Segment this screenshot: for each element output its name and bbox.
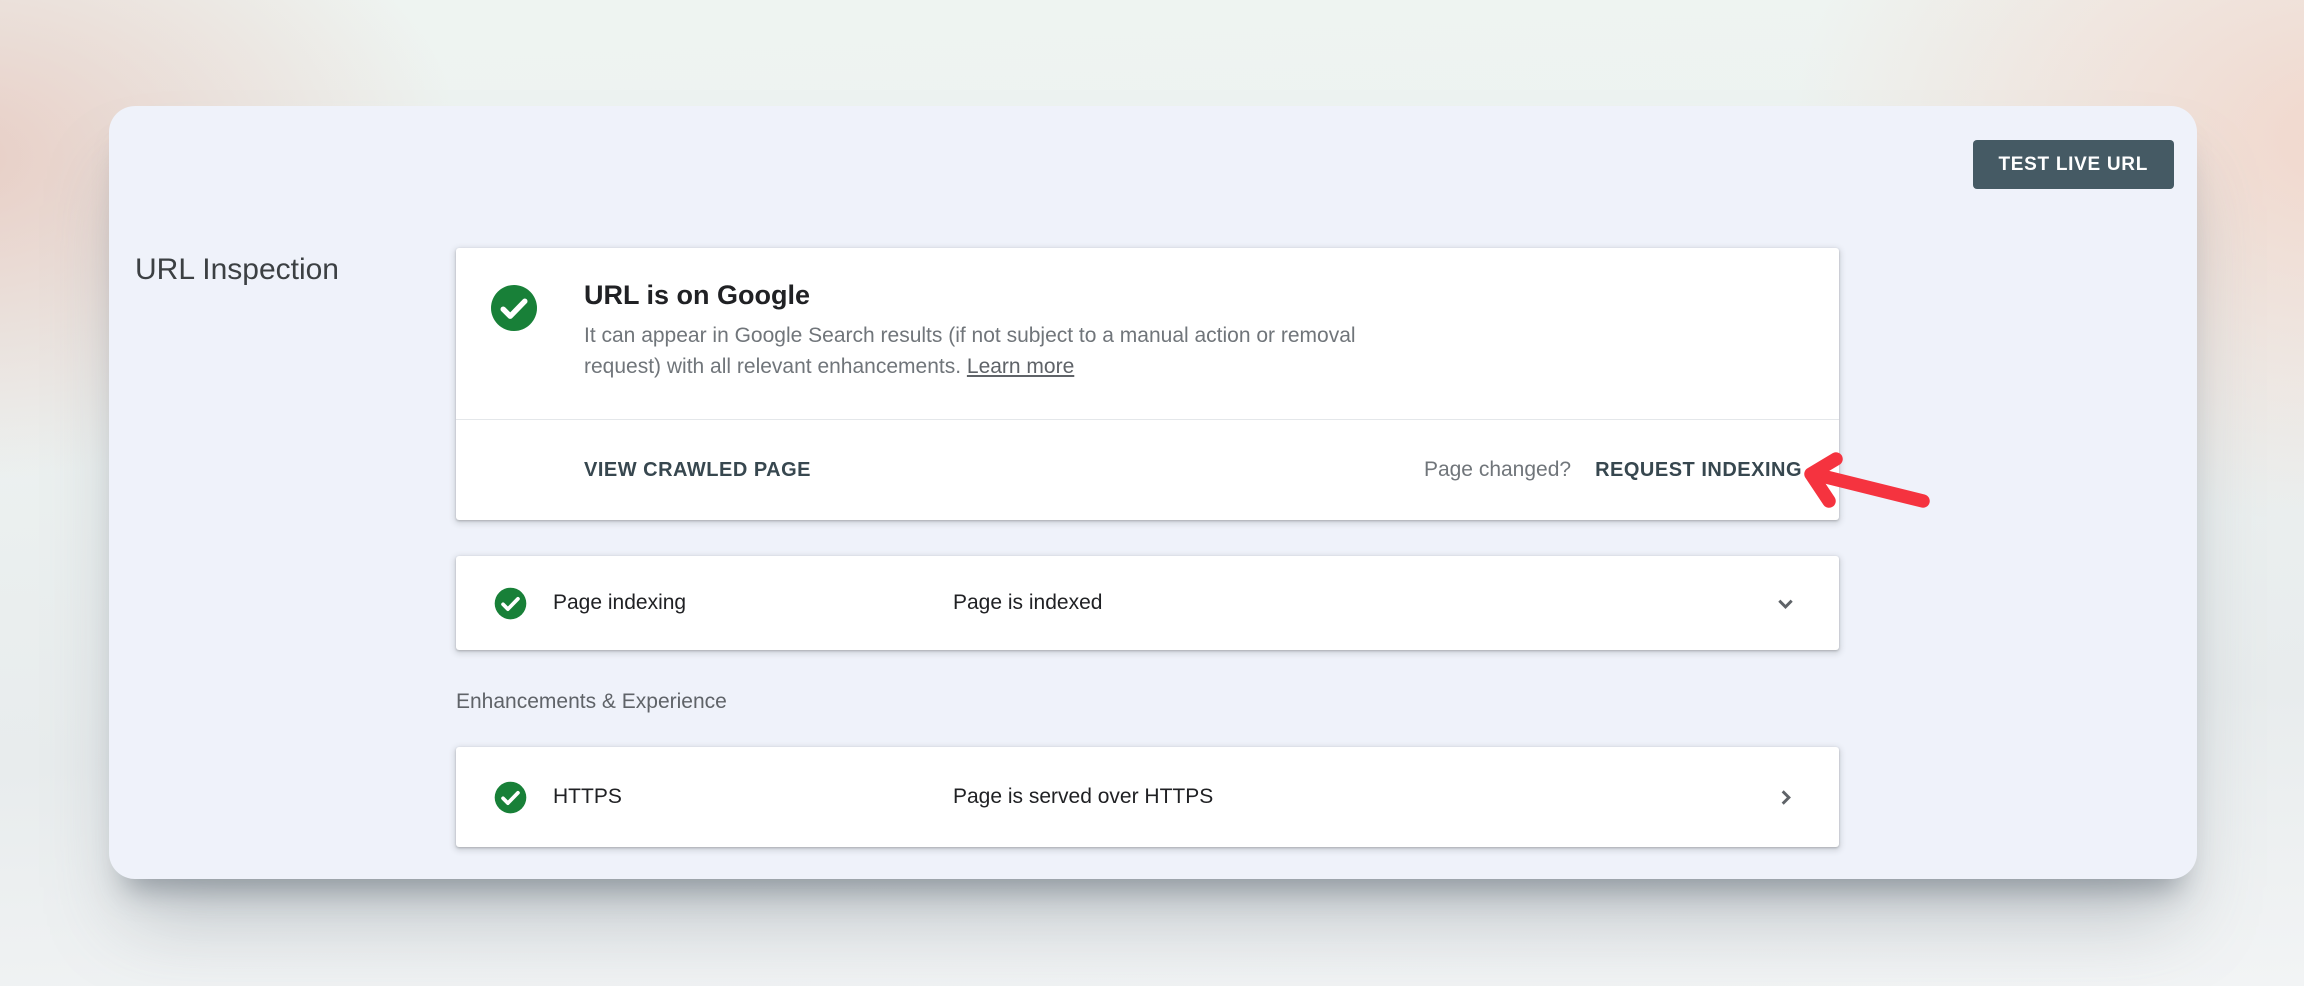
learn-more-link[interactable]: Learn more <box>967 355 1074 378</box>
verdict-status-title: URL is on Google <box>584 277 810 313</box>
https-label: HTTPS <box>553 785 622 809</box>
check-circle-icon <box>494 781 527 814</box>
action-right-group: Page changed? REQUEST INDEXING <box>1424 458 1802 482</box>
chevron-down-icon[interactable] <box>1772 590 1799 617</box>
page-indexing-card[interactable]: Page indexing Page is indexed <box>456 556 1839 650</box>
page-indexing-status: Page is indexed <box>953 591 1102 615</box>
https-card[interactable]: HTTPS Page is served over HTTPS <box>456 747 1839 847</box>
url-inspection-page: { "header": { "title": "URL Inspection",… <box>0 0 2304 986</box>
verdict-description-line1: It can appear in Google Search results (… <box>584 324 1356 347</box>
page-indexing-label: Page indexing <box>553 591 686 615</box>
red-arrow-icon <box>1798 451 1934 509</box>
verdict-description-line2: request) with all relevant enhancements. <box>584 355 961 378</box>
page-changed-label: Page changed? <box>1424 458 1571 482</box>
enhancements-experience-heading: Enhancements & Experience <box>456 689 727 715</box>
check-circle-icon <box>494 587 527 620</box>
chevron-right-icon[interactable] <box>1772 784 1799 811</box>
check-circle-icon <box>490 284 538 332</box>
verdict-description: It can appear in Google Search results (… <box>584 320 1484 382</box>
page-title: URL Inspection <box>135 252 339 288</box>
view-crawled-page-button[interactable]: VIEW CRAWLED PAGE <box>584 459 811 482</box>
test-live-url-button[interactable]: TEST LIVE URL <box>1973 140 2175 189</box>
verdict-card: URL is on Google It can appear in Google… <box>456 248 1839 520</box>
verdict-action-row: VIEW CRAWLED PAGE Page changed? REQUEST … <box>456 420 1839 520</box>
https-status: Page is served over HTTPS <box>953 785 1213 809</box>
request-indexing-button[interactable]: REQUEST INDEXING <box>1595 459 1802 482</box>
